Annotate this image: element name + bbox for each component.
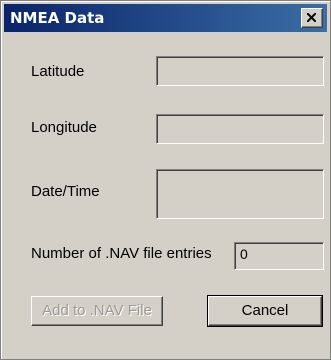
title-bar[interactable]: NMEA Data xyxy=(4,4,327,32)
close-icon xyxy=(307,13,316,22)
add-to-nav-file-button[interactable]: Add to .NAV File xyxy=(31,296,163,326)
datetime-field xyxy=(156,169,324,219)
close-button[interactable] xyxy=(301,8,323,28)
cancel-button[interactable]: Cancel xyxy=(207,295,323,327)
datetime-label: Date/Time xyxy=(31,183,100,200)
longitude-field xyxy=(156,114,324,144)
latitude-label: Latitude xyxy=(31,63,85,80)
window-title: NMEA Data xyxy=(10,9,105,27)
latitude-field xyxy=(156,56,324,86)
nav-entries-value: 0 xyxy=(240,246,248,262)
nav-entries-label: Number of .NAV file entries xyxy=(31,245,212,262)
nav-entries-field: 0 xyxy=(234,242,324,270)
nmea-data-dialog: NMEA Data Latitude Longitude Date/Time N… xyxy=(0,0,331,360)
longitude-label: Longitude xyxy=(31,119,97,136)
